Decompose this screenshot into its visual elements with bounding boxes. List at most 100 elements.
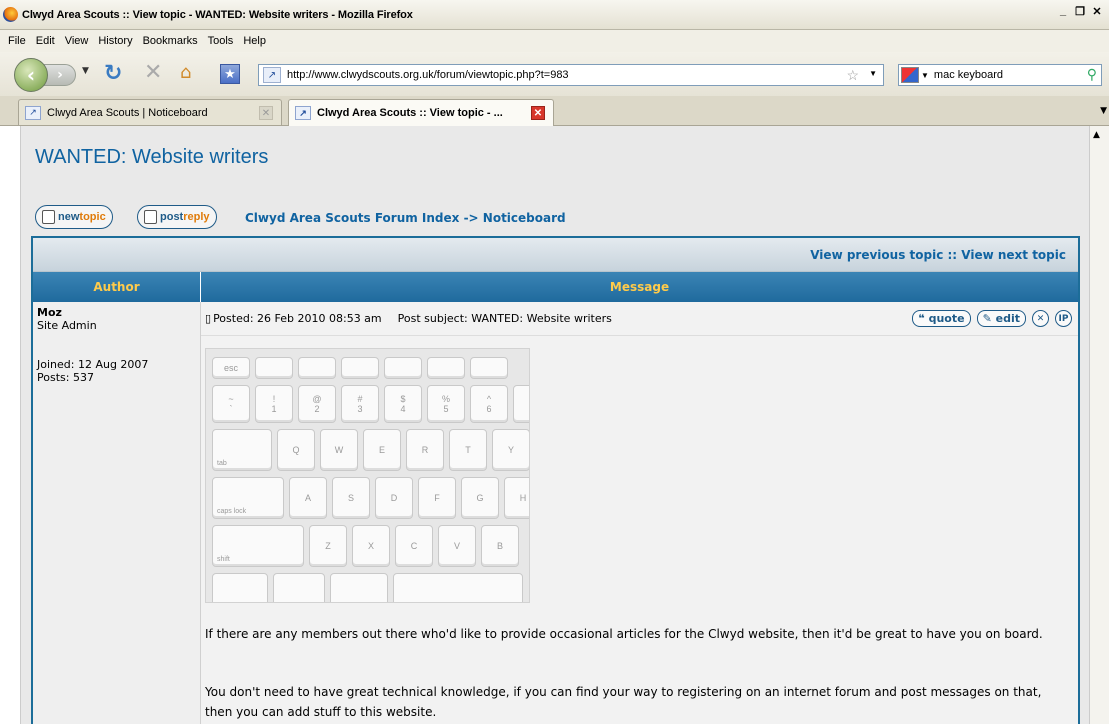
search-engine-icon[interactable]	[901, 67, 919, 83]
table-header: Author Message	[33, 272, 1078, 302]
post-subject: Post subject: WANTED: Website writers	[397, 312, 612, 325]
window-titlebar: Clwyd Area Scouts :: View topic - WANTED…	[0, 0, 1109, 30]
keyboard-key: shift	[212, 525, 304, 567]
history-dropdown-icon[interactable]: ▼	[82, 66, 89, 76]
keyboard-key	[384, 357, 422, 379]
keyboard-key: V	[438, 525, 476, 567]
menu-file[interactable]: File	[8, 35, 26, 47]
firefox-icon	[3, 7, 18, 22]
stop-icon[interactable]: ✕	[144, 60, 162, 85]
window-title: Clwyd Area Scouts :: View topic - WANTED…	[22, 8, 413, 21]
search-icon[interactable]: ⚲	[1087, 66, 1097, 83]
edit-button[interactable]: ✎ edit	[976, 310, 1026, 327]
scroll-up-icon[interactable]: ▲	[1093, 130, 1100, 140]
keyboard-key: Q	[277, 429, 315, 471]
url-dropdown-icon[interactable]: ▼	[869, 69, 877, 78]
keyboard-key: @ 2	[298, 385, 336, 423]
topic-navigation: View previous topic :: View next topic	[33, 238, 1078, 272]
navigation-toolbar: › ‹ ▼ ↻ ✕ ⌂ ★ ↗ http://www.clwydscouts.o…	[0, 52, 1109, 96]
tab-view-topic[interactable]: ↗ Clwyd Area Scouts :: View topic - ... …	[288, 99, 554, 126]
menu-help[interactable]: Help	[243, 35, 266, 47]
post-message: ▯ Posted: 26 Feb 2010 08:53 am Post subj…	[201, 302, 1078, 724]
back-button[interactable]: ‹	[14, 58, 48, 92]
tab-favicon-icon: ↗	[25, 105, 41, 120]
new-topic-label-b: topic	[79, 211, 106, 223]
tab-noticeboard[interactable]: ↗ Clwyd Area Scouts | Noticeboard ✕	[18, 99, 282, 125]
ip-button[interactable]: IP	[1055, 310, 1072, 327]
search-bar[interactable]: ▼ mac keyboard ⚲	[898, 64, 1102, 86]
post-row: Moz Site Admin Joined: 12 Aug 2007 Posts…	[33, 302, 1078, 724]
prev-next-topic-links[interactable]: View previous topic :: View next topic	[810, 248, 1066, 262]
keyboard-key: S	[332, 477, 370, 519]
bookmark-star-icon[interactable]: ★	[220, 64, 240, 84]
author-name[interactable]: Moz	[37, 306, 196, 319]
keyboard-key: F	[418, 477, 456, 519]
home-icon[interactable]: ⌂	[180, 62, 191, 83]
tab-close-icon[interactable]: ✕	[259, 106, 273, 120]
topic-table: View previous topic :: View next topic A…	[31, 236, 1080, 724]
keyboard-key: Y	[492, 429, 529, 471]
keyboard-key: esc	[212, 357, 250, 379]
vertical-scrollbar[interactable]: ▲	[1089, 126, 1109, 724]
reload-icon[interactable]: ↻	[104, 61, 122, 86]
quote-icon: ❝	[918, 312, 925, 325]
keyboard-key	[255, 357, 293, 379]
edit-icon: ✎	[982, 312, 992, 325]
menu-bookmarks[interactable]: Bookmarks	[143, 35, 198, 47]
tab-bar: ↗ Clwyd Area Scouts | Noticeboard ✕ ↗ Cl…	[0, 96, 1109, 126]
delete-button[interactable]: ✕	[1032, 310, 1049, 327]
keyboard-key: H	[504, 477, 529, 519]
keyboard-key: D	[375, 477, 413, 519]
close-window-button[interactable]: ✕	[1089, 4, 1105, 18]
post-author-info: Moz Site Admin Joined: 12 Aug 2007 Posts…	[33, 302, 201, 724]
keyboard-key: tab	[212, 429, 272, 471]
menu-tools[interactable]: Tools	[208, 35, 234, 47]
keyboard-key	[393, 573, 523, 602]
post-reply-button[interactable]: post reply	[137, 205, 217, 229]
keyboard-key: W	[320, 429, 358, 471]
minimize-button[interactable]: _	[1055, 4, 1071, 18]
url-text[interactable]: http://www.clwydscouts.org.uk/forum/view…	[287, 69, 569, 81]
site-favicon-icon: ↗	[263, 67, 281, 83]
menu-edit[interactable]: Edit	[36, 35, 55, 47]
restore-button[interactable]: ❐	[1072, 4, 1088, 18]
keyboard-key	[341, 357, 379, 379]
bookmark-page-icon[interactable]: ☆	[846, 67, 859, 84]
author-rank: Site Admin	[37, 319, 97, 332]
keyboard-key: % 5	[427, 385, 465, 423]
keyboard-key: Z	[309, 525, 347, 567]
forward-button[interactable]: ›	[44, 64, 76, 86]
window-controls: _ ❐ ✕	[1055, 4, 1105, 18]
keyboard-key: control	[212, 573, 268, 602]
keyboard-key: E	[363, 429, 401, 471]
new-topic-button[interactable]: new topic	[35, 205, 113, 229]
keyboard-key: ^ 6	[470, 385, 508, 423]
keyboard-key: G	[461, 477, 499, 519]
post-paragraph-2: You don't need to have great technical k…	[205, 685, 1042, 719]
quote-button[interactable]: ❝ quote	[912, 310, 971, 327]
edit-label: edit	[995, 312, 1020, 325]
tab-list-icon[interactable]: ▼	[1100, 106, 1107, 116]
search-input[interactable]: mac keyboard	[934, 69, 1003, 81]
keyboard-key: option	[273, 573, 325, 602]
new-topic-label-a: new	[58, 211, 80, 223]
url-bar[interactable]: ↗ http://www.clwydscouts.org.uk/forum/vi…	[258, 64, 884, 86]
keyboard-key: & 7	[513, 385, 529, 423]
tab-close-icon[interactable]: ✕	[531, 106, 545, 120]
page-title[interactable]: WANTED: Website writers	[35, 146, 268, 169]
post-date: Posted: 26 Feb 2010 08:53 am	[213, 312, 382, 325]
breadcrumb[interactable]: Clwyd Area Scouts Forum Index -> Noticeb…	[245, 211, 566, 225]
search-engine-dropdown-icon[interactable]: ▼	[921, 71, 929, 80]
keyboard-image: esc ~ `! 1@ 2# 3$ 4% 5^ 6 & 7 tabQWERTYcaps…	[205, 348, 530, 603]
tab-label: Clwyd Area Scouts | Noticeboard	[47, 106, 208, 119]
post-reply-label-a: post	[160, 211, 184, 223]
keyboard-key: C	[395, 525, 433, 567]
menu-bar: File Edit View History Bookmarks Tools H…	[0, 30, 1109, 52]
post-icon: ▯	[205, 312, 212, 325]
author-posts: Posts: 537	[37, 371, 94, 384]
keyboard-key: B	[481, 525, 519, 567]
keyboard-key: R	[406, 429, 444, 471]
menu-history[interactable]: History	[98, 35, 132, 47]
keyboard-key	[427, 357, 465, 379]
menu-view[interactable]: View	[65, 35, 89, 47]
